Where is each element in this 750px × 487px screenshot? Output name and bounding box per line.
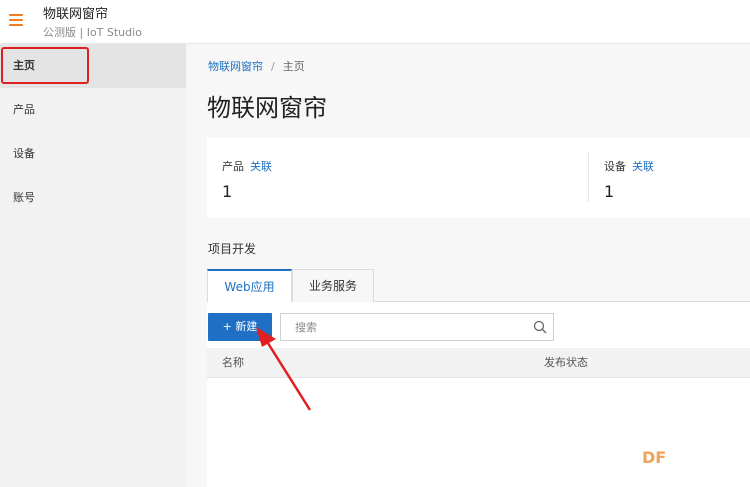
product-associate-link[interactable]: 关联 xyxy=(250,160,272,173)
stat-device: 设备 关联 xyxy=(604,158,654,174)
sidebar-item-label: 产品 xyxy=(13,103,35,116)
sidebar-item-label: 账号 xyxy=(13,191,35,204)
app-title: 物联网窗帘 xyxy=(43,7,109,22)
main-content: 物联网窗帘 / 主页 物联网窗帘 产品 关联 1 设备 关联 1 项目开发 Web应用 … xyxy=(186,44,750,487)
breadcrumb-project-link[interactable]: 物联网窗帘 xyxy=(208,60,263,73)
top-bar: 物联网窗帘 公测版 | IoT Studio xyxy=(0,0,750,44)
divider xyxy=(588,152,589,202)
sidebar-item-account[interactable]: 账号 xyxy=(0,176,186,220)
tab-bar: Web应用 业务服务 xyxy=(207,269,750,303)
breadcrumb-current: 主页 xyxy=(282,60,305,73)
tab-business-service[interactable]: 业务服务 xyxy=(292,269,374,303)
watermark-logo: DF xyxy=(642,448,667,467)
stat-product-value: 1 xyxy=(222,182,233,201)
column-header-name: 名称 xyxy=(222,356,244,369)
sidebar-item-label: 设备 xyxy=(13,147,35,160)
sidebar-item-devices[interactable]: 设备 xyxy=(0,132,186,176)
stat-device-value: 1 xyxy=(604,182,615,201)
app-subtitle: 公测版 | IoT Studio xyxy=(43,26,142,39)
search-icon[interactable] xyxy=(533,320,547,334)
sidebar: 主页 产品 设备 账号 xyxy=(0,44,186,487)
stat-device-label: 设备 xyxy=(604,160,626,173)
stat-product: 产品 关联 xyxy=(222,158,272,174)
tab-web-app[interactable]: Web应用 xyxy=(207,269,292,303)
column-header-publish-status: 发布状态 xyxy=(544,356,588,369)
breadcrumb: 物联网窗帘 / 主页 xyxy=(208,58,305,74)
stat-product-label: 产品 xyxy=(222,160,244,173)
search-box xyxy=(280,313,554,341)
hamburger-icon[interactable] xyxy=(9,14,23,26)
device-associate-link[interactable]: 关联 xyxy=(632,160,654,173)
page-title: 物联网窗帘 xyxy=(207,94,327,122)
new-button[interactable]: + 新建 xyxy=(208,313,272,341)
section-title-project-dev: 项目开发 xyxy=(208,242,257,256)
sidebar-item-products[interactable]: 产品 xyxy=(0,88,186,132)
search-input[interactable] xyxy=(281,314,521,340)
highlight-box xyxy=(1,47,89,84)
stats-card: 产品 关联 1 设备 关联 1 xyxy=(207,138,750,218)
table-header: 名称 发布状态 xyxy=(207,348,750,378)
breadcrumb-separator: / xyxy=(271,60,275,73)
